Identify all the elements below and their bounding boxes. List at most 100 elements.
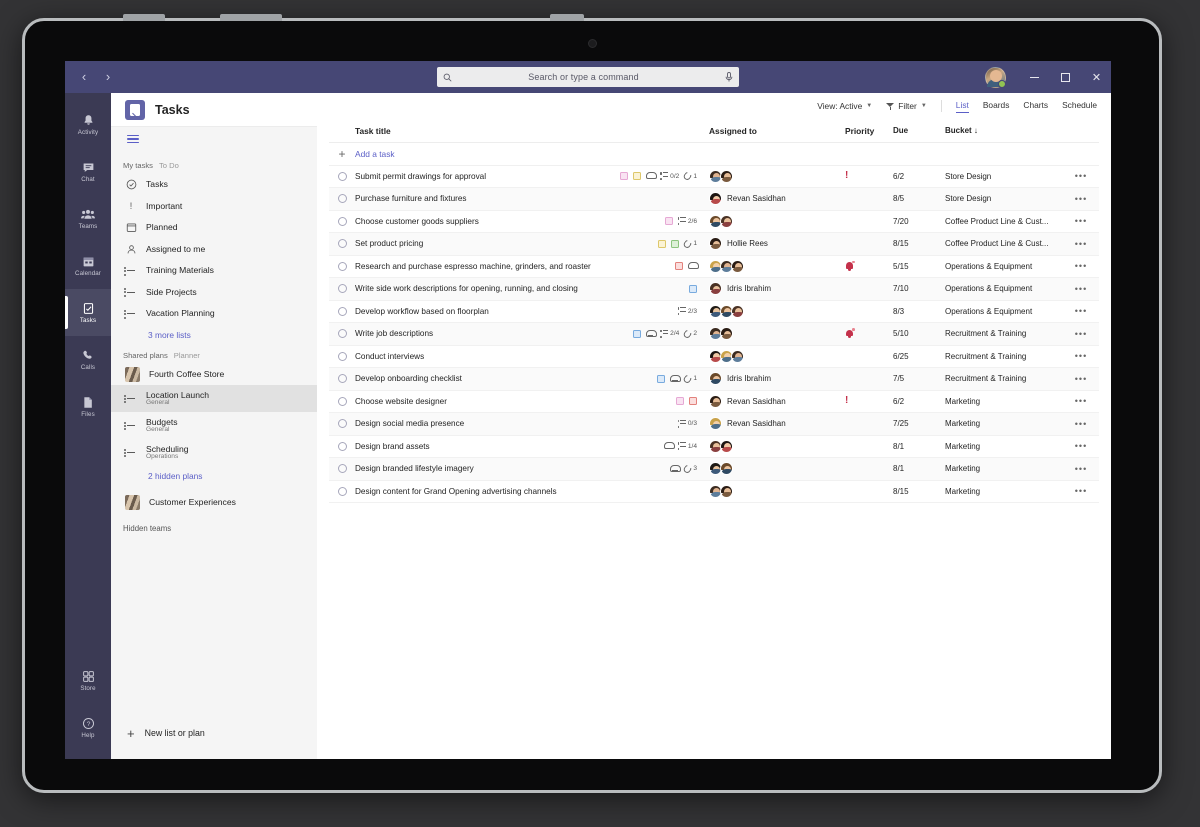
task-checkbox[interactable] bbox=[337, 374, 347, 384]
task-checkbox-cell[interactable] bbox=[329, 216, 355, 226]
row-overflow-button[interactable]: ••• bbox=[1063, 329, 1099, 339]
assigned-to-cell[interactable] bbox=[709, 259, 837, 273]
task-checkbox[interactable] bbox=[337, 419, 347, 429]
list-item-assigned-to-me[interactable]: Assigned to me bbox=[111, 239, 317, 261]
row-overflow-button[interactable]: ••• bbox=[1063, 396, 1099, 406]
plan-item-fourth-coffee-store[interactable]: Fourth Coffee Store bbox=[111, 364, 317, 386]
row-overflow-button[interactable]: ••• bbox=[1063, 284, 1099, 294]
assigned-to-cell[interactable] bbox=[709, 349, 837, 363]
task-checkbox-cell[interactable] bbox=[329, 261, 355, 271]
table-row[interactable]: Design content for Grand Opening adverti… bbox=[329, 481, 1099, 503]
table-row[interactable]: Conduct interviews 6/25 Recruitment & Tr… bbox=[329, 346, 1099, 368]
sidebar-item-tasks[interactable]: Tasks bbox=[65, 289, 111, 336]
table-row[interactable]: Choose website designer Revan Sasidhan !… bbox=[329, 391, 1099, 413]
table-row[interactable]: Write job descriptions 2/4 2 5/10 Recruit… bbox=[329, 323, 1099, 346]
list-item-tasks[interactable]: Tasks bbox=[111, 174, 317, 196]
assigned-to-cell[interactable]: Revan Sasidhan bbox=[709, 394, 837, 408]
task-checkbox-cell[interactable] bbox=[329, 194, 355, 204]
task-checkbox[interactable] bbox=[337, 351, 347, 361]
search-input[interactable]: Search or type a command bbox=[437, 67, 739, 87]
task-checkbox-cell[interactable] bbox=[329, 374, 355, 384]
row-overflow-button[interactable]: ••• bbox=[1063, 261, 1099, 271]
task-checkbox[interactable] bbox=[337, 194, 347, 204]
task-checkbox-cell[interactable] bbox=[329, 351, 355, 361]
assigned-to-cell[interactable] bbox=[709, 327, 837, 341]
view-dropdown[interactable]: View: Active ▼ bbox=[817, 101, 872, 111]
minimize-button[interactable] bbox=[1020, 61, 1049, 93]
row-overflow-button[interactable]: ••• bbox=[1063, 194, 1099, 204]
plan-item-location-launch[interactable]: Location Launch General bbox=[111, 385, 317, 412]
add-task-row[interactable]: + Add a task bbox=[329, 143, 1099, 166]
task-checkbox-cell[interactable] bbox=[329, 239, 355, 249]
table-row[interactable]: Develop onboarding checklist 1 Idris Ibr… bbox=[329, 368, 1099, 391]
sidebar-item-teams[interactable]: Teams bbox=[65, 195, 111, 242]
task-checkbox-cell[interactable] bbox=[329, 441, 355, 451]
hamburger-menu-icon[interactable] bbox=[127, 133, 139, 145]
sidebar-item-activity[interactable]: Activity bbox=[65, 101, 111, 148]
list-item-important[interactable]: ! Important bbox=[111, 196, 317, 218]
task-checkbox[interactable] bbox=[337, 441, 347, 451]
row-overflow-button[interactable]: ••• bbox=[1063, 486, 1099, 496]
table-row[interactable]: Write side work descriptions for opening… bbox=[329, 278, 1099, 301]
task-checkbox-cell[interactable] bbox=[329, 329, 355, 339]
table-row[interactable]: Design branded lifestyle imagery 3 8/1 M… bbox=[329, 458, 1099, 481]
task-checkbox[interactable] bbox=[337, 171, 347, 181]
filter-dropdown[interactable]: Filter ▼ bbox=[886, 101, 927, 111]
maximize-button[interactable] bbox=[1051, 61, 1080, 93]
table-row[interactable]: Set product pricing 1 Hollie Rees 8/15 C… bbox=[329, 233, 1099, 256]
assigned-to-cell[interactable]: Revan Sasidhan bbox=[709, 417, 837, 431]
plan-item-scheduling[interactable]: Scheduling Operations bbox=[111, 439, 317, 466]
sidebar-item-store[interactable]: Store bbox=[65, 657, 111, 704]
table-row[interactable]: Choose customer goods suppliers 2/6 7/20… bbox=[329, 211, 1099, 233]
assigned-to-cell[interactable]: Hollie Rees bbox=[709, 237, 837, 251]
table-row[interactable]: Design social media presence 0/3 Revan S… bbox=[329, 413, 1099, 436]
plan-item-customer-experiences[interactable]: Customer Experiences bbox=[111, 492, 317, 514]
task-checkbox-cell[interactable] bbox=[329, 486, 355, 496]
task-checkbox[interactable] bbox=[337, 396, 347, 406]
tab-list[interactable]: List bbox=[955, 100, 969, 113]
new-list-or-plan-button[interactable]: + New list or plan bbox=[111, 717, 317, 749]
column-header-bucket[interactable]: Bucket ↓ bbox=[945, 126, 1063, 135]
column-header-due[interactable]: Due bbox=[893, 126, 945, 135]
tab-charts[interactable]: Charts bbox=[1023, 100, 1048, 113]
row-overflow-button[interactable]: ••• bbox=[1063, 239, 1099, 249]
sidebar-item-calendar[interactable]: Calendar bbox=[65, 242, 111, 289]
row-overflow-button[interactable]: ••• bbox=[1063, 351, 1099, 361]
list-item-vacation-planning[interactable]: Vacation Planning bbox=[111, 303, 317, 325]
table-row[interactable]: Design brand assets 1/4 8/1 Marketing ••… bbox=[329, 436, 1099, 458]
task-checkbox-cell[interactable] bbox=[329, 284, 355, 294]
task-checkbox[interactable] bbox=[337, 216, 347, 226]
user-avatar[interactable] bbox=[985, 66, 1006, 88]
table-row[interactable]: Develop workflow based on floorplan 2/3 … bbox=[329, 301, 1099, 323]
task-checkbox[interactable] bbox=[337, 239, 347, 249]
task-checkbox[interactable] bbox=[337, 486, 347, 496]
row-overflow-button[interactable]: ••• bbox=[1063, 441, 1099, 451]
more-lists-link[interactable]: 3 more lists bbox=[111, 325, 317, 345]
tab-schedule[interactable]: Schedule bbox=[1062, 100, 1097, 113]
task-checkbox-cell[interactable] bbox=[329, 306, 355, 316]
assigned-to-cell[interactable] bbox=[709, 304, 837, 318]
task-checkbox-cell[interactable] bbox=[329, 419, 355, 429]
column-header-task-title[interactable]: Task title bbox=[355, 126, 391, 136]
plan-item-budgets[interactable]: Budgets General bbox=[111, 412, 317, 439]
table-row[interactable]: Research and purchase espresso machine, … bbox=[329, 256, 1099, 278]
close-button[interactable]: ✕ bbox=[1082, 61, 1111, 93]
assigned-to-cell[interactable] bbox=[709, 484, 837, 498]
assigned-to-cell[interactable]: Idris Ibrahim bbox=[709, 282, 837, 296]
assigned-to-cell[interactable] bbox=[709, 462, 837, 476]
microphone-icon[interactable] bbox=[725, 72, 733, 82]
row-overflow-button[interactable]: ••• bbox=[1063, 464, 1099, 474]
task-checkbox-cell[interactable] bbox=[329, 171, 355, 181]
column-header-priority[interactable]: Priority bbox=[837, 126, 893, 136]
assigned-to-cell[interactable] bbox=[709, 214, 837, 228]
row-overflow-button[interactable]: ••• bbox=[1063, 171, 1099, 181]
table-row[interactable]: Submit permit drawings for approval 0/2 1… bbox=[329, 166, 1099, 188]
list-item-planned[interactable]: Planned bbox=[111, 217, 317, 239]
assigned-to-cell[interactable] bbox=[709, 439, 837, 453]
assigned-to-cell[interactable]: Idris Ibrahim bbox=[709, 372, 837, 386]
forward-button[interactable]: › bbox=[99, 68, 117, 86]
sidebar-item-calls[interactable]: Calls bbox=[65, 336, 111, 383]
task-checkbox[interactable] bbox=[337, 329, 347, 339]
list-item-training-materials[interactable]: Training Materials bbox=[111, 260, 317, 282]
row-overflow-button[interactable]: ••• bbox=[1063, 306, 1099, 316]
